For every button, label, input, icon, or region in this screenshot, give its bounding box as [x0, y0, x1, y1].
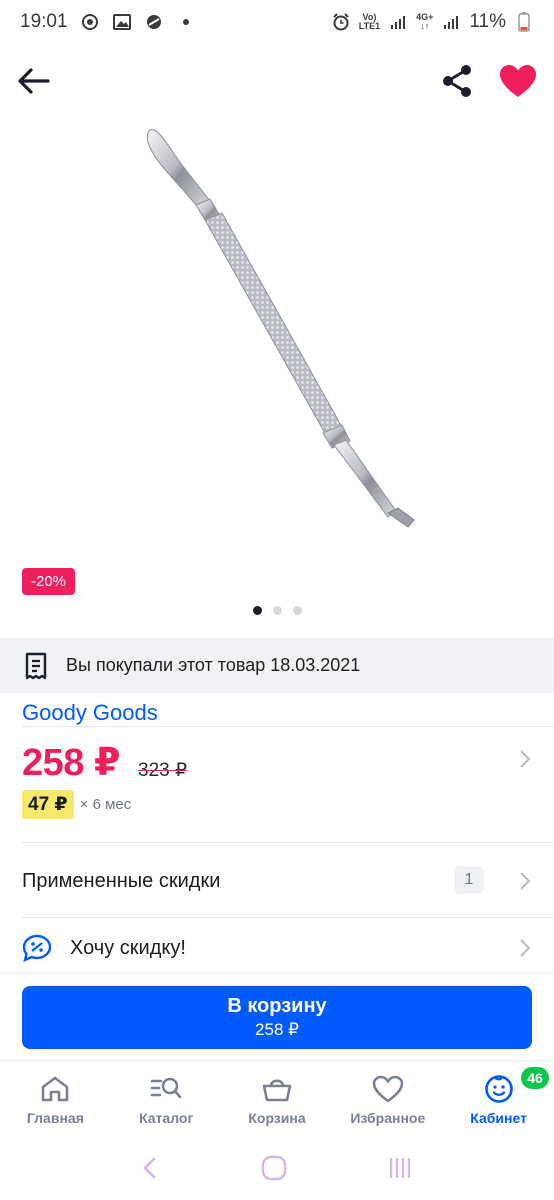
face-icon [482, 1073, 516, 1105]
tab-label: Кабинет [470, 1110, 527, 1126]
current-price: 258 ₽ [22, 742, 120, 784]
tab-catalog[interactable]: Каталог [111, 1061, 222, 1140]
heart-outline-icon [371, 1073, 405, 1105]
want-discount-label: Хочу скидку! [70, 936, 186, 959]
recents-icon [389, 1157, 411, 1178]
brand-link[interactable]: Goody Goods [22, 700, 158, 726]
gallery-dot[interactable] [272, 606, 282, 615]
tab-home[interactable]: Главная [0, 1061, 111, 1140]
chevron-right-icon [518, 870, 532, 892]
add-to-cart-price: 258 ₽ [255, 1020, 299, 1039]
status-time: 19:01 [20, 11, 68, 32]
chevron-left-icon [143, 1156, 156, 1179]
system-navigation-bar [0, 1140, 554, 1200]
installment-amount: 47 ₽ [22, 790, 74, 819]
discount-chat-icon [22, 934, 52, 962]
catalog-search-icon [149, 1073, 183, 1105]
gallery-dot[interactable] [252, 606, 262, 615]
bottom-tab-bar: Главная Каталог Корзина Избранное Кабине… [0, 1060, 554, 1140]
tab-label: Каталог [139, 1110, 194, 1126]
installment-info: 47 ₽ × 6 мес [22, 790, 131, 819]
add-to-cart-button[interactable]: В корзину 258 ₽ [22, 986, 532, 1049]
back-button[interactable] [12, 60, 54, 102]
tab-cart[interactable]: Корзина [222, 1061, 333, 1140]
tab-label: Главная [26, 1110, 84, 1126]
product-header [0, 52, 554, 110]
chevron-right-icon [518, 937, 532, 959]
battery-icon [514, 12, 534, 32]
alarm-icon [331, 12, 351, 32]
gallery-pagination [0, 606, 554, 615]
app-icon [144, 12, 164, 32]
sync-icon [80, 12, 100, 32]
tab-label: Избранное [350, 1110, 426, 1126]
old-price: 323 ₽ [138, 760, 188, 781]
product-image [146, 129, 415, 528]
battery-percent: 11% [469, 11, 506, 32]
add-to-cart-label: В корзину [227, 995, 327, 1017]
share-button[interactable] [436, 60, 478, 102]
home-icon [38, 1073, 72, 1105]
purchase-notice-banner: Вы покупали этот товар 18.03.2021 [0, 638, 554, 693]
tab-favorites[interactable]: Избранное [332, 1061, 443, 1140]
signal-icon [388, 12, 408, 32]
chevron-right-icon [518, 748, 532, 770]
volte-indicator: Vo) LTE1 [359, 13, 380, 31]
nav-back-button[interactable] [140, 1155, 160, 1186]
gallery-dot[interactable] [292, 606, 302, 615]
divider [22, 842, 554, 843]
purchase-notice-text: Вы покупали этот товар 18.03.2021 [66, 655, 361, 675]
applied-discounts-label: Примененные скидки [22, 869, 221, 892]
gallery-icon [112, 12, 132, 32]
home-circle-icon [261, 1155, 287, 1180]
price-block[interactable]: 258 ₽ 323 ₽ 47 ₽ × 6 мес [22, 740, 532, 828]
more-notifications-dot [176, 12, 196, 32]
signal-icon-2 [441, 12, 461, 32]
divider [22, 726, 554, 727]
want-discount-row[interactable]: Хочу скидку! [22, 918, 532, 978]
account-notification-badge: 46 [519, 1065, 551, 1091]
lte-label: 4G+ [416, 12, 434, 22]
tab-label: Корзина [248, 1110, 306, 1126]
nav-recents-button[interactable] [388, 1156, 414, 1185]
status-bar: 19:01 Vo) LTE1 4G+ ↓↑ 11% [0, 0, 554, 44]
volte-bottom-label: LTE1 [358, 21, 381, 31]
product-image-gallery[interactable] [0, 115, 554, 545]
share-icon [443, 65, 471, 97]
nav-home-button[interactable] [260, 1154, 288, 1187]
installment-term: × 6 мес [79, 796, 132, 813]
applied-discounts-count: 1 [454, 866, 484, 894]
favorite-button[interactable] [496, 60, 540, 102]
applied-discounts-row[interactable]: Примененные скидки 1 [22, 851, 532, 911]
heart-icon [500, 65, 536, 97]
receipt-icon [25, 652, 47, 679]
tab-account[interactable]: Кабинет 46 [443, 1061, 554, 1140]
lte-indicator: 4G+ ↓↑ [416, 12, 434, 31]
discount-badge: -20% [22, 568, 76, 595]
arrow-left-icon [18, 68, 50, 94]
basket-icon [260, 1073, 294, 1105]
